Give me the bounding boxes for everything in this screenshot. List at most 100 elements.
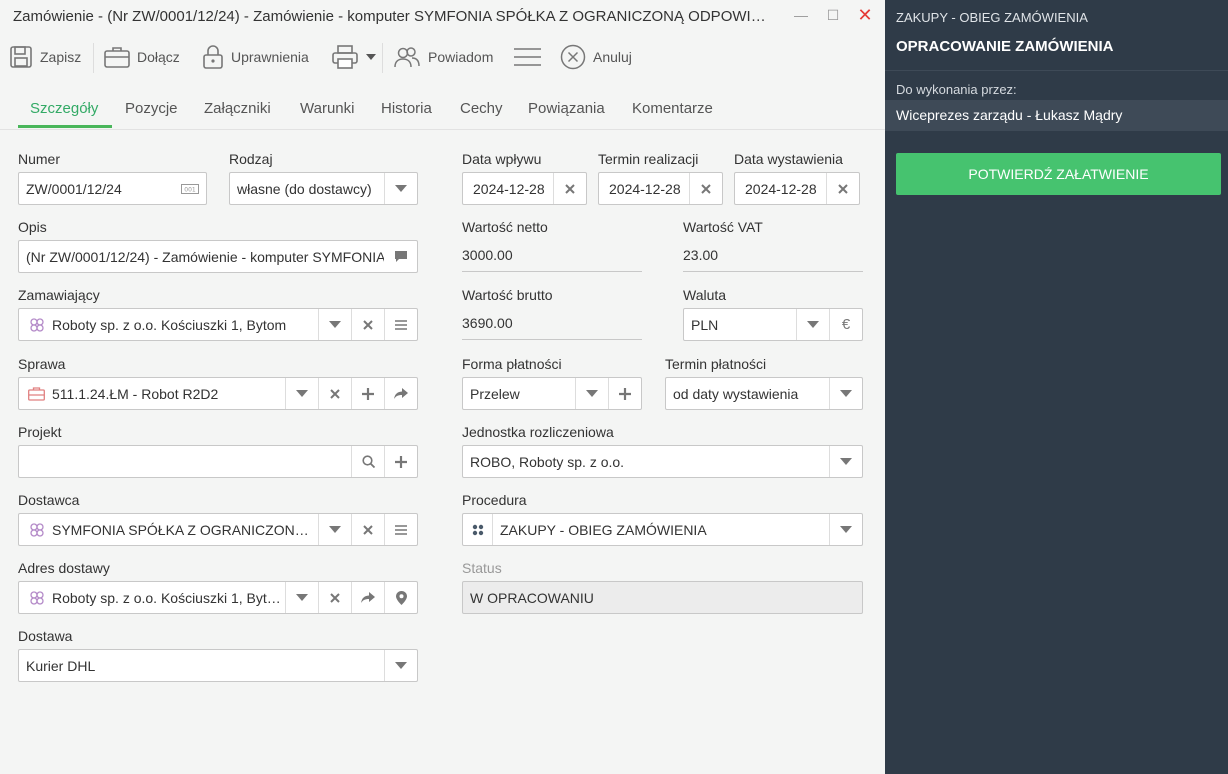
save-button[interactable]: Zapisz <box>9 38 81 76</box>
sidebar-divider <box>885 70 1228 71</box>
notify-button[interactable]: Powiadom <box>393 38 493 76</box>
status-field: W OPRACOWANIU <box>462 581 863 614</box>
clear-icon[interactable] <box>351 514 384 545</box>
numbering-icon[interactable]: 001 <box>173 173 206 204</box>
tab-historia[interactable]: Historia <box>381 100 432 117</box>
hamburger-icon <box>514 48 541 66</box>
tab-pozycje[interactable]: Pozycje <box>125 100 178 117</box>
rodzaj-select[interactable]: własne (do dostawcy) <box>229 172 418 205</box>
data-wystawienia-field[interactable]: 2024-12-28 <box>734 172 860 205</box>
cancel-label: Anuluj <box>593 49 632 65</box>
search-icon[interactable] <box>351 446 384 477</box>
clear-icon[interactable] <box>826 173 859 204</box>
opis-label: Opis <box>18 219 47 235</box>
chevron-down-icon[interactable] <box>796 309 829 340</box>
cancel-button[interactable]: Anuluj <box>560 38 632 76</box>
euro-icon[interactable]: € <box>829 309 862 340</box>
chevron-down-icon[interactable] <box>318 309 351 340</box>
close-circle-icon <box>560 44 586 70</box>
waluta-select[interactable]: PLN € <box>683 308 863 341</box>
chevron-down-icon[interactable] <box>829 514 862 545</box>
tab-szczegoly[interactable]: Szczegóły <box>30 100 98 117</box>
waluta-label: Waluta <box>683 287 727 303</box>
rodzaj-value: własne (do dostawcy) <box>237 180 372 197</box>
wartosc-vat-label: Wartość VAT <box>683 219 763 235</box>
waluta-value: PLN <box>691 316 719 333</box>
clear-icon[interactable] <box>553 173 586 204</box>
data-wystawienia-label: Data wystawienia <box>734 151 843 167</box>
zamawiajacy-label: Zamawiający <box>18 287 100 303</box>
lock-icon <box>203 45 223 69</box>
list-icon[interactable] <box>384 514 417 545</box>
plus-icon[interactable] <box>608 378 641 409</box>
tab-powiazania[interactable]: Powiązania <box>528 100 605 117</box>
tab-komentarze[interactable]: Komentarze <box>632 100 713 117</box>
save-label: Zapisz <box>40 49 82 65</box>
workflow-sidebar: ZAKUPY - OBIEG ZAMÓWIENIA OPRACOWANIE ZA… <box>885 0 1228 774</box>
plus-icon[interactable] <box>384 446 417 477</box>
close-button[interactable]: ✕ <box>856 6 874 24</box>
termin-realizacji-value: 2024-12-28 <box>609 180 681 197</box>
clear-icon[interactable] <box>689 173 722 204</box>
forma-platnosci-select[interactable]: Przelew <box>462 377 642 410</box>
chevron-down-icon[interactable] <box>384 650 417 681</box>
chevron-down-icon[interactable] <box>318 514 351 545</box>
share-arrow-icon[interactable] <box>351 582 384 613</box>
printer-icon <box>332 45 358 69</box>
termin-realizacji-field[interactable]: 2024-12-28 <box>598 172 723 205</box>
title-bar: Zamówienie - (Nr ZW/0001/12/24) - Zamówi… <box>0 0 885 34</box>
menu-button[interactable] <box>514 38 548 76</box>
termin-platnosci-label: Termin płatności <box>665 356 767 372</box>
sprawa-field[interactable]: 511.1.24.ŁM - Robot R2D2 <box>18 377 418 410</box>
zamawiajacy-field[interactable]: Roboty sp. z o.o. Kościuszki 1, Bytom <box>18 308 418 341</box>
assignee-label: Do wykonania przez: <box>896 82 1017 97</box>
dostawa-value: Kurier DHL <box>26 657 96 674</box>
chevron-down-icon[interactable] <box>829 378 862 409</box>
wartosc-vat-value: 23.00 <box>683 247 719 263</box>
maximize-button[interactable]: ☐ <box>824 6 842 24</box>
tab-warunki[interactable]: Warunki <box>300 100 354 117</box>
toolbar: Zapisz Dołącz Uprawnienia Powiadom Anulu… <box>0 38 885 76</box>
comment-icon[interactable] <box>384 241 417 272</box>
organization-icon <box>19 309 45 340</box>
tab-cechy[interactable]: Cechy <box>460 100 503 117</box>
toolbar-divider <box>382 43 383 73</box>
adres-dostawy-field[interactable]: Roboty sp. z o.o. Kościuszki 1, Bytom <box>18 581 418 614</box>
attach-button[interactable]: Dołącz <box>104 38 180 76</box>
data-wplywu-field[interactable]: 2024-12-28 <box>462 172 587 205</box>
clear-icon[interactable] <box>318 378 351 409</box>
chevron-down-icon[interactable] <box>575 378 608 409</box>
dostawa-select[interactable]: Kurier DHL <box>18 649 418 682</box>
assignee-value: Wiceprezes zarządu - Łukasz Mądry <box>885 100 1228 131</box>
permissions-button[interactable]: Uprawnienia <box>202 38 309 76</box>
numer-field[interactable]: ZW/0001/12/24 001 <box>18 172 207 205</box>
sprawa-label: Sprawa <box>18 356 66 372</box>
procedura-select[interactable]: ZAKUPY - OBIEG ZAMÓWIENIA <box>462 513 863 546</box>
list-icon[interactable] <box>384 309 417 340</box>
projekt-label: Projekt <box>18 424 62 440</box>
share-arrow-icon[interactable] <box>384 378 417 409</box>
clear-icon[interactable] <box>351 309 384 340</box>
projekt-field[interactable] <box>18 445 418 478</box>
chevron-down-icon[interactable] <box>829 446 862 477</box>
tab-zalaczniki[interactable]: Załączniki <box>204 100 271 117</box>
jednostka-select[interactable]: ROBO, Roboty sp. z o.o. <box>462 445 863 478</box>
map-pin-icon[interactable] <box>384 582 417 613</box>
wartosc-vat-underline <box>683 271 863 272</box>
chevron-down-icon[interactable] <box>384 173 417 204</box>
chevron-down-icon <box>366 54 376 60</box>
wartosc-brutto-underline <box>462 339 642 340</box>
chevron-down-icon[interactable] <box>285 582 318 613</box>
attach-label: Dołącz <box>137 49 180 65</box>
dostawca-field[interactable]: SYMFONIA SPÓŁKA Z OGRANICZONĄ ODPOWIEDZI… <box>18 513 418 546</box>
briefcase-icon <box>104 47 130 68</box>
confirm-completion-button[interactable]: POTWIERDŹ ZAŁATWIENIE <box>896 153 1221 195</box>
clear-icon[interactable] <box>318 582 351 613</box>
chevron-down-icon[interactable] <box>285 378 318 409</box>
termin-platnosci-select[interactable]: od daty wystawienia <box>665 377 863 410</box>
forma-platnosci-label: Forma płatności <box>462 356 562 372</box>
plus-icon[interactable] <box>351 378 384 409</box>
opis-field[interactable]: (Nr ZW/0001/12/24) - Zamówienie - komput… <box>18 240 418 273</box>
print-button[interactable] <box>331 38 383 76</box>
minimize-button[interactable]: — <box>792 6 810 24</box>
